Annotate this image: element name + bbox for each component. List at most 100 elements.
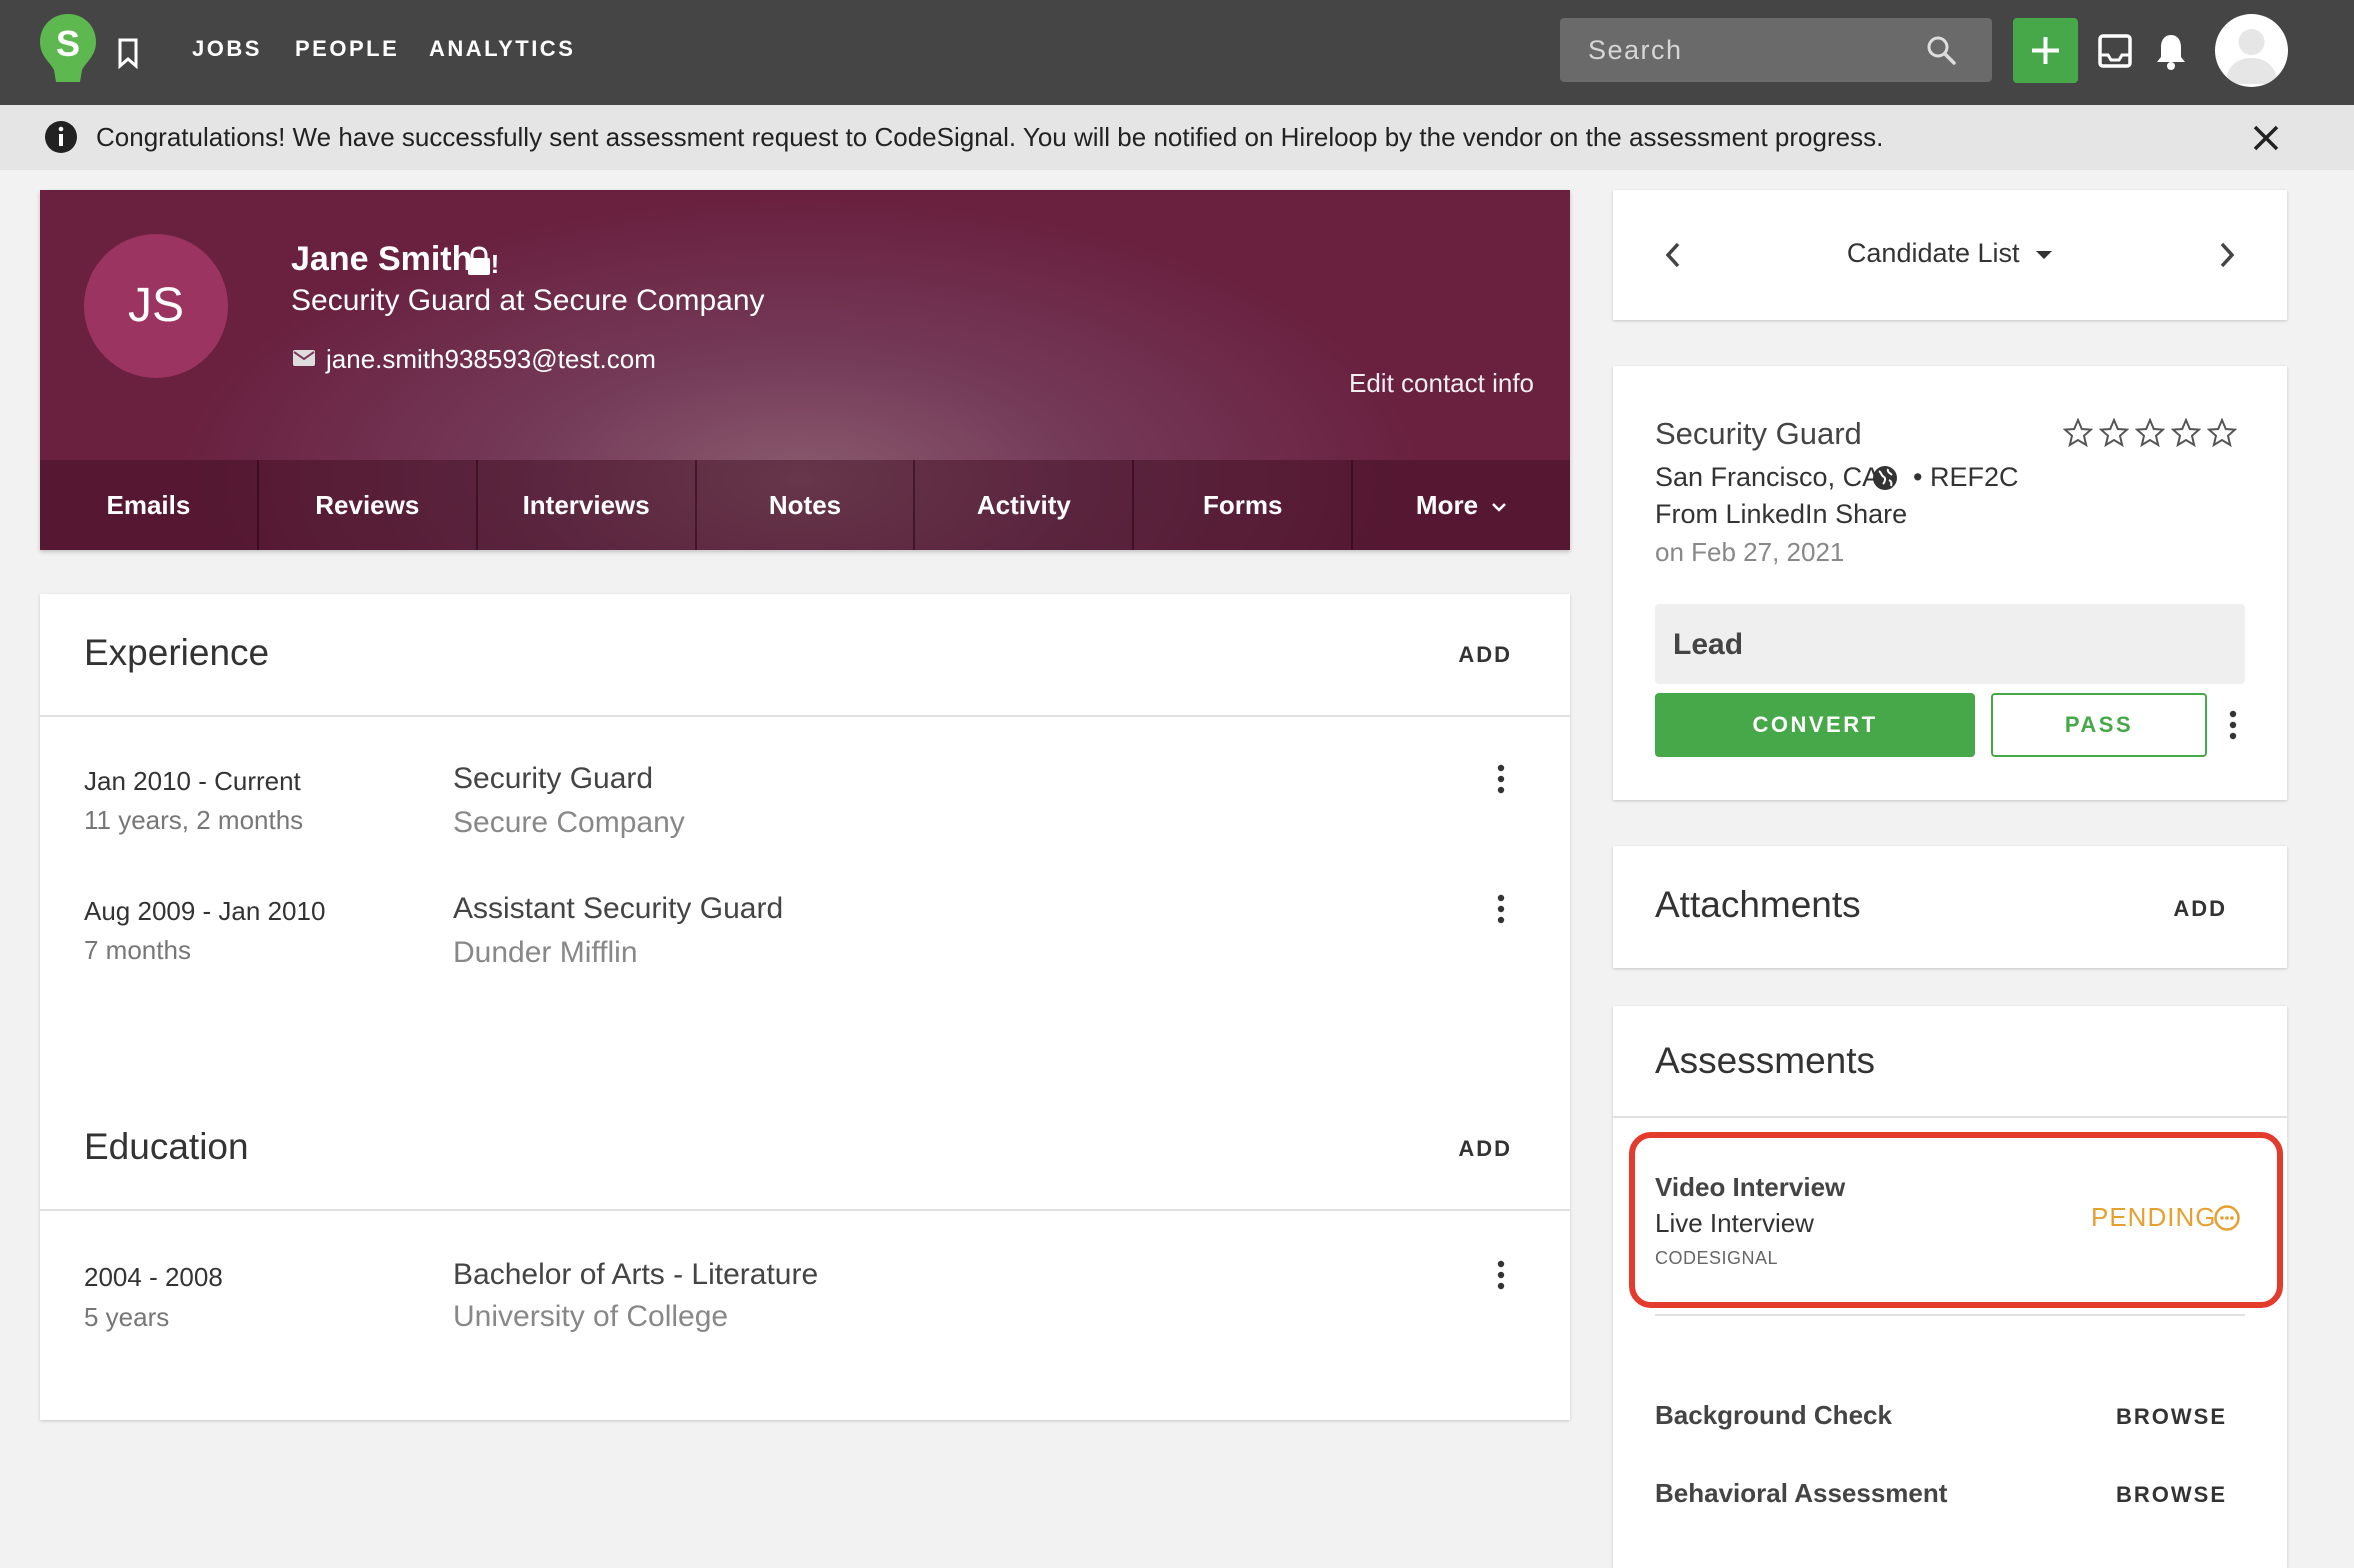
education-duration: 5 years bbox=[84, 1302, 170, 1332]
search-icon[interactable] bbox=[1926, 35, 1956, 65]
candidate-name: Jane Smith bbox=[291, 240, 473, 278]
experience-dates: Aug 2009 - Jan 2010 bbox=[84, 896, 326, 926]
experience-title: Experience bbox=[84, 632, 270, 673]
candidate-header-card: JS Jane Smith ! Security Guard at Secure… bbox=[40, 190, 1570, 550]
search-box bbox=[1560, 18, 1992, 82]
candidate-list-dropdown[interactable]: Candidate List bbox=[1613, 238, 2287, 269]
star-icon[interactable] bbox=[2207, 418, 2237, 448]
rating-stars[interactable] bbox=[2063, 418, 2237, 448]
experience-divider bbox=[40, 715, 1570, 717]
experience-duration: 7 months bbox=[84, 935, 191, 965]
star-icon[interactable] bbox=[2063, 418, 2093, 448]
job-location: San Francisco, CA bbox=[1655, 462, 1881, 492]
job-applied-date: on Feb 27, 2021 bbox=[1655, 537, 1845, 567]
candidate-tabs: Emails Reviews Interviews Notes Activity… bbox=[40, 460, 1570, 550]
success-banner: Congratulations! We have successfully se… bbox=[0, 105, 2354, 170]
candidate-headline: Security Guard at Secure Company bbox=[291, 284, 765, 317]
stage-indicator: Lead bbox=[1655, 604, 2245, 684]
pending-status-icon bbox=[2214, 1205, 2240, 1231]
assessment-vendor: CODESIGNAL bbox=[1655, 1248, 1779, 1268]
job-reference: • REF2C bbox=[1913, 462, 2019, 492]
lock-icon: ! bbox=[468, 246, 499, 276]
assessment-type: Video Interview bbox=[1655, 1172, 1846, 1202]
edit-contact-info-link[interactable]: Edit contact info bbox=[1349, 368, 1534, 399]
education-school: University of College bbox=[453, 1300, 729, 1333]
bookmark-icon[interactable] bbox=[114, 36, 142, 70]
tab-interviews[interactable]: Interviews bbox=[478, 460, 697, 550]
experience-job-title: Security Guard bbox=[453, 762, 654, 795]
education-degree: Bachelor of Arts - Literature bbox=[453, 1258, 819, 1291]
browse-button[interactable]: BROWSE bbox=[2116, 1482, 2227, 1508]
assessments-card: Assessments Video Interview Live Intervi… bbox=[1613, 1006, 2287, 1568]
experience-company: Dunder Mifflin bbox=[453, 936, 638, 969]
experience-education-card: Experience ADD Jan 2010 - Current 11 yea… bbox=[40, 594, 1570, 1420]
tab-more[interactable]: More bbox=[1353, 460, 1570, 550]
logo-letter: S bbox=[56, 23, 80, 64]
candidate-email[interactable]: jane.smith938593@test.com bbox=[326, 344, 656, 375]
convert-button[interactable]: CONVERT bbox=[1655, 693, 1975, 757]
more-options-icon[interactable] bbox=[1495, 1260, 1507, 1290]
attachments-title: Attachments bbox=[1655, 884, 1861, 925]
close-icon[interactable] bbox=[2252, 124, 2280, 152]
nav-link-jobs[interactable]: JOBS bbox=[192, 36, 262, 62]
experience-dates: Jan 2010 - Current bbox=[84, 766, 301, 796]
star-icon[interactable] bbox=[2171, 418, 2201, 448]
assessment-name[interactable]: Live Interview bbox=[1655, 1208, 1814, 1239]
star-icon[interactable] bbox=[2135, 418, 2165, 448]
job-source: From LinkedIn Share bbox=[1655, 499, 1908, 529]
assessments-divider bbox=[1613, 1116, 2287, 1118]
user-avatar[interactable] bbox=[2215, 14, 2288, 87]
tab-activity[interactable]: Activity bbox=[915, 460, 1135, 550]
banner-message: Congratulations! We have successfully se… bbox=[96, 122, 1884, 152]
experience-duration: 11 years, 2 months bbox=[84, 805, 304, 835]
nav-link-people[interactable]: PEOPLE bbox=[295, 36, 399, 62]
tab-forms[interactable]: Forms bbox=[1134, 460, 1354, 550]
pass-button[interactable]: PASS bbox=[1991, 693, 2207, 757]
candidate-list-navigator: Candidate List bbox=[1613, 190, 2287, 320]
assessment-divider bbox=[1655, 1314, 2245, 1316]
tab-emails[interactable]: Emails bbox=[40, 460, 259, 550]
assessment-status: PENDING bbox=[2091, 1202, 2217, 1232]
stage-label: Lead bbox=[1673, 628, 1744, 661]
add-education-button[interactable]: ADD bbox=[1458, 1136, 1512, 1162]
nav-link-analytics[interactable]: ANALYTICS bbox=[429, 36, 575, 62]
info-icon bbox=[45, 121, 77, 153]
more-options-icon[interactable] bbox=[2227, 710, 2239, 740]
lock-badge: ! bbox=[491, 249, 499, 276]
user-silhouette-icon bbox=[2225, 29, 2278, 84]
job-ref-code: REF2C bbox=[1929, 462, 2019, 492]
top-navigation-bar: S JOBS PEOPLE ANALYTICS bbox=[0, 0, 2354, 105]
tab-more-label: More bbox=[1415, 490, 1479, 520]
tab-notes[interactable]: Notes bbox=[697, 460, 916, 550]
plus-icon bbox=[2032, 37, 2059, 64]
experience-job-title: Assistant Security Guard bbox=[453, 892, 784, 925]
chevron-right-icon[interactable] bbox=[2217, 242, 2237, 268]
add-new-button[interactable] bbox=[2013, 18, 2078, 83]
tab-reviews[interactable]: Reviews bbox=[259, 460, 478, 550]
add-attachment-button[interactable]: ADD bbox=[2173, 896, 2227, 922]
more-options-icon[interactable] bbox=[1495, 894, 1507, 924]
inbox-icon[interactable] bbox=[2097, 33, 2133, 69]
notification-bell-icon[interactable] bbox=[2154, 31, 2188, 71]
job-application-card: Security Guard San Francisco, CA • REF2C… bbox=[1613, 366, 2287, 800]
assessment-option-label: Behavioral Assessment bbox=[1655, 1478, 1948, 1508]
star-icon[interactable] bbox=[2099, 418, 2129, 448]
experience-company: Secure Company bbox=[453, 806, 685, 839]
globe-icon bbox=[1873, 466, 1897, 490]
education-dates: 2004 - 2008 bbox=[84, 1262, 223, 1292]
attachments-card: Attachments ADD bbox=[1613, 846, 2287, 968]
mail-icon bbox=[293, 350, 315, 366]
more-options-icon[interactable] bbox=[1495, 764, 1507, 794]
assessments-title: Assessments bbox=[1655, 1040, 1876, 1081]
education-title: Education bbox=[84, 1126, 249, 1167]
job-title[interactable]: Security Guard bbox=[1655, 416, 1862, 452]
hireloop-logo[interactable]: S bbox=[38, 12, 98, 84]
browse-button[interactable]: BROWSE bbox=[2116, 1404, 2227, 1430]
add-experience-button[interactable]: ADD bbox=[1458, 642, 1512, 668]
candidate-avatar: JS bbox=[84, 234, 228, 378]
search-input[interactable] bbox=[1588, 35, 1918, 66]
chevron-down-icon bbox=[1492, 503, 1507, 512]
caret-down-icon bbox=[2036, 250, 2053, 259]
education-divider bbox=[40, 1209, 1570, 1211]
candidate-list-label: Candidate List bbox=[1846, 238, 2020, 268]
